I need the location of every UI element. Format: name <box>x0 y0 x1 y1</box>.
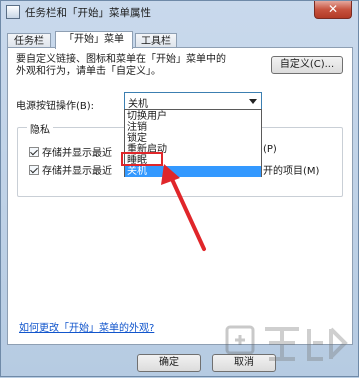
dialog-window: 任务栏和「开始」菜单属性 ✕ 任务栏 「开始」菜单 工具栏 要自定义链接、图标和… <box>0 0 359 377</box>
annotation-arrow-icon <box>161 164 206 251</box>
